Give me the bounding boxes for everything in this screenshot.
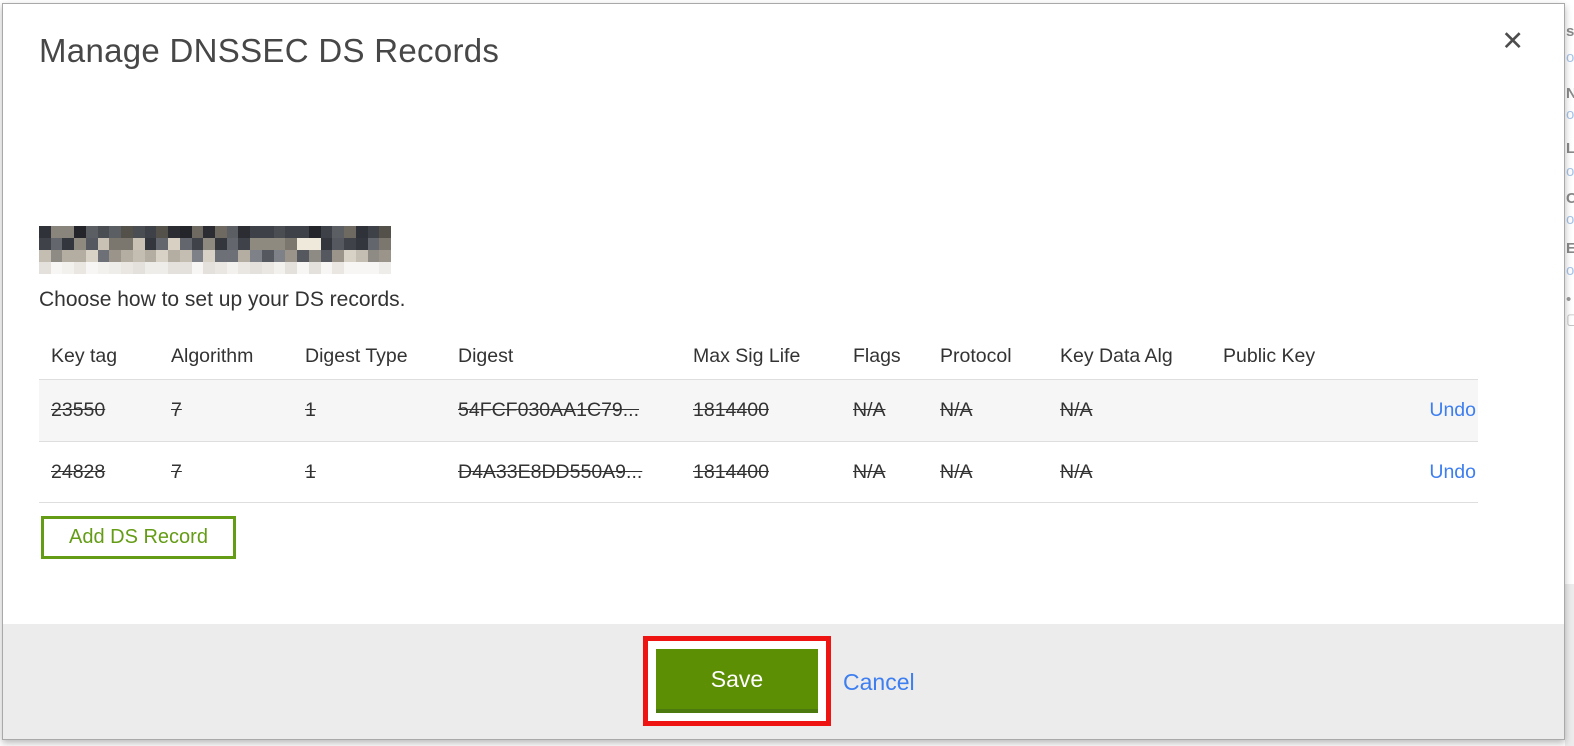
table-row: 24828 7 1 D4A33E8DD550A9... 1814400 N/A …	[39, 441, 1478, 503]
cell-algorithm: 7	[171, 399, 182, 421]
cell-algorithm: 7	[171, 460, 182, 483]
background-text-fragment: N	[1566, 85, 1574, 102]
cell-key-tag: 23550	[51, 399, 106, 421]
close-icon[interactable]: ✕	[1499, 26, 1526, 57]
column-header-key-tag: Key tag	[51, 345, 118, 367]
modal-footer: Save Cancel	[3, 624, 1564, 739]
cell-flags: N/A	[853, 399, 886, 421]
column-header-flags: Flags	[853, 345, 901, 367]
background-text-fragment: •	[1566, 291, 1572, 308]
cell-digest: D4A33E8DD550A9...	[458, 460, 643, 483]
table-header-row: Key tag Algorithm Digest Type Digest Max…	[39, 334, 1478, 379]
column-header-algorithm: Algorithm	[171, 345, 254, 367]
background-text-fragment: E	[1566, 240, 1574, 257]
background-page-footer	[1565, 584, 1574, 746]
redacted-domain-name	[39, 226, 391, 274]
cell-protocol: N/A	[940, 399, 973, 421]
background-page-sliver: s o No Lo Co Eo • ▢	[1565, 0, 1574, 746]
cell-max-sig-life: 1814400	[693, 460, 769, 483]
background-text-fragment: o	[1566, 163, 1574, 180]
cell-flags: N/A	[853, 460, 886, 483]
cell-actions: Undo	[1371, 461, 1478, 484]
column-header-key-data-alg: Key Data Alg	[1060, 345, 1173, 367]
cell-digest: 54FCF030AA1C79...	[458, 399, 640, 421]
instruction-text: Choose how to set up your DS records.	[39, 288, 406, 311]
background-text-fragment: o	[1566, 262, 1574, 279]
cell-protocol: N/A	[940, 460, 973, 483]
column-header-public-key: Public Key	[1223, 345, 1316, 367]
ds-records-table: Key tag Algorithm Digest Type Digest Max…	[39, 334, 1478, 503]
background-text-fragment: ▢	[1566, 311, 1574, 328]
column-header-digest: Digest	[458, 345, 514, 367]
table-row: 23550 7 1 54FCF030AA1C79... 1814400 N/A …	[39, 379, 1478, 441]
background-text-fragment: o	[1566, 211, 1574, 228]
cell-key-tag: 24828	[51, 460, 106, 483]
cell-digest-type: 1	[305, 460, 316, 483]
modal-title: Manage DNSSEC DS Records	[39, 32, 500, 69]
background-text-fragment: s	[1566, 23, 1574, 40]
manage-dnssec-ds-records-modal: Manage DNSSEC DS Records ✕ Choose how to…	[2, 3, 1565, 740]
background-text-fragment: C	[1566, 190, 1574, 207]
undo-link[interactable]: Undo	[1429, 399, 1476, 421]
background-text-fragment: o	[1566, 106, 1574, 123]
cell-max-sig-life: 1814400	[693, 399, 769, 421]
cell-key-data-alg: N/A	[1060, 460, 1093, 483]
background-text-fragment: L	[1566, 140, 1574, 157]
column-header-max-sig-life: Max Sig Life	[693, 345, 801, 367]
cell-key-data-alg: N/A	[1060, 399, 1093, 421]
column-header-digest-type: Digest Type	[305, 345, 408, 367]
cell-digest-type: 1	[305, 399, 316, 421]
column-header-protocol: Protocol	[940, 345, 1012, 367]
cancel-link[interactable]: Cancel	[843, 669, 915, 696]
save-button[interactable]: Save	[656, 649, 818, 713]
save-button-red-highlight-annotation: Save	[643, 636, 831, 726]
cell-actions: Undo	[1371, 399, 1478, 422]
background-text-fragment: o	[1566, 49, 1574, 66]
add-ds-record-button[interactable]: Add DS Record	[41, 516, 236, 559]
undo-link[interactable]: Undo	[1429, 461, 1476, 483]
